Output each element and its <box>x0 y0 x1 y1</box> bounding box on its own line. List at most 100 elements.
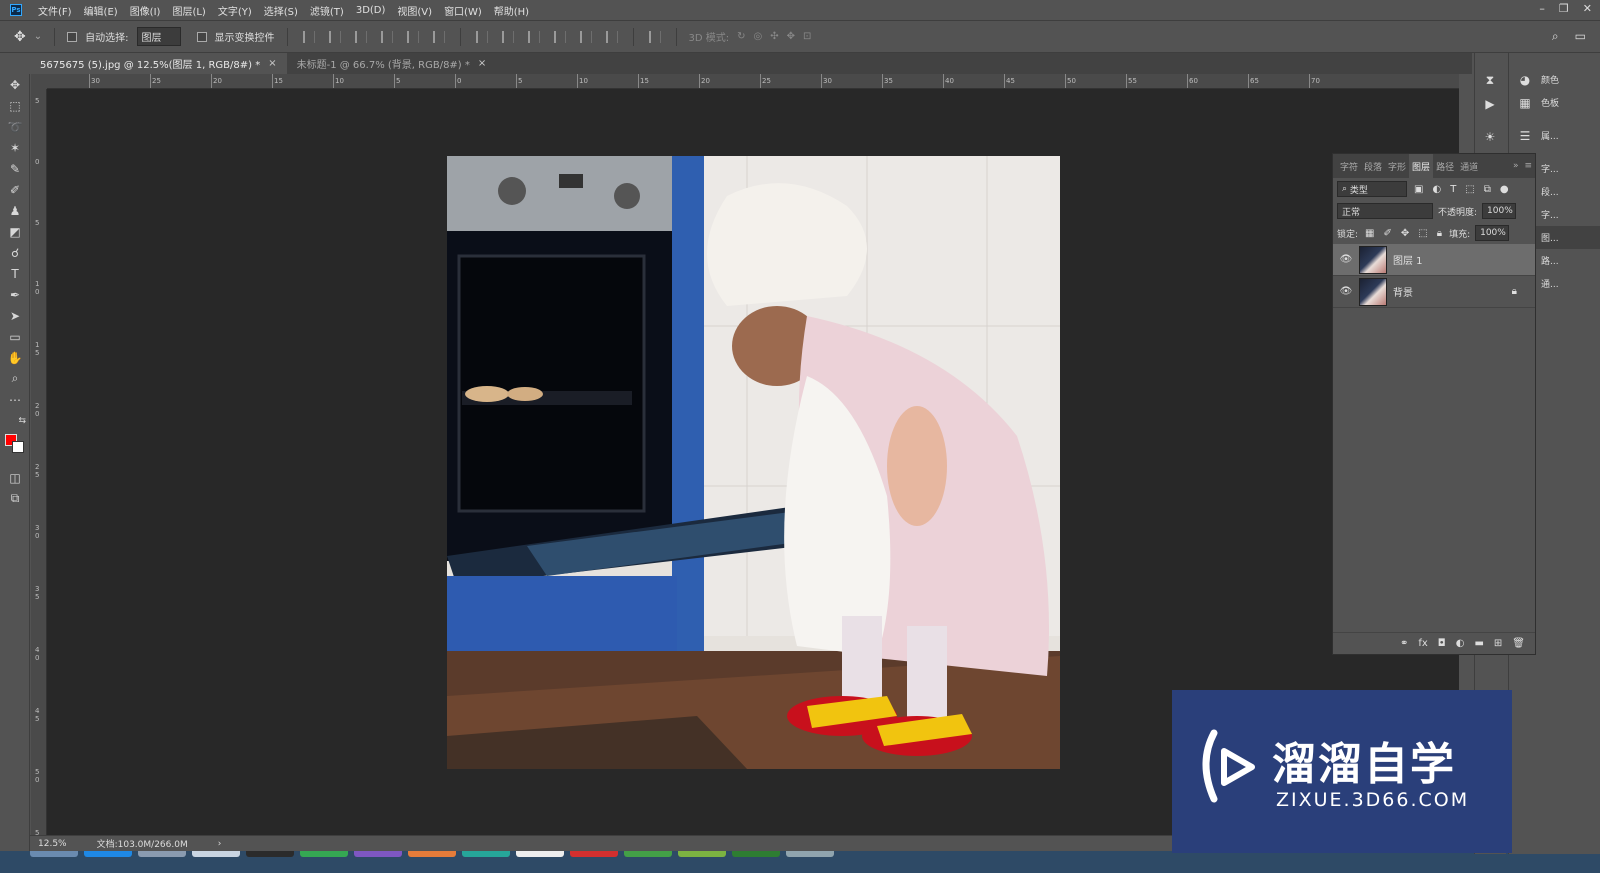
path-selection-tool-icon[interactable]: ➤ <box>0 305 30 326</box>
eye-icon[interactable]: 👁︎ <box>1339 286 1353 297</box>
workspace-icon[interactable]: ▭ <box>1575 29 1586 44</box>
taskbar-button[interactable] <box>408 851 456 857</box>
layer-row[interactable]: 👁︎ 图层 1 <box>1333 244 1535 276</box>
taskbar-button[interactable] <box>30 851 78 857</box>
taskbar-button[interactable] <box>300 851 348 857</box>
distribute-right-icon[interactable] <box>605 30 618 43</box>
taskbar-button[interactable] <box>462 851 510 857</box>
eye-icon[interactable]: 👁︎ <box>1339 254 1353 265</box>
panel-expand-icon[interactable]: » <box>1510 154 1522 178</box>
taskbar-button[interactable] <box>570 851 618 857</box>
close-icon[interactable]: ✕ <box>1583 2 1592 15</box>
distribute-hcenter-icon[interactable] <box>579 30 592 43</box>
fx-icon[interactable]: fx <box>1418 638 1427 649</box>
dock-item-swatches[interactable]: ▦ 色板 <box>1509 91 1600 114</box>
filter-type-icon[interactable]: T <box>1450 184 1456 195</box>
swap-colors-icon[interactable]: ⇆ <box>0 410 30 431</box>
lock-position-icon[interactable]: ✥ <box>1401 228 1409 239</box>
tab-paragraph[interactable]: 段落 <box>1361 154 1385 178</box>
menu-view[interactable]: 视图(V) <box>391 3 438 18</box>
menu-window[interactable]: 窗口(W) <box>438 3 488 18</box>
dodge-tool-icon[interactable]: ☌ <box>0 242 30 263</box>
new-layer-icon[interactable]: ⊞ <box>1494 638 1502 649</box>
menu-edit[interactable]: 编辑(E) <box>78 3 124 18</box>
pen-tool-icon[interactable]: ✒ <box>0 284 30 305</box>
menu-help[interactable]: 帮助(H) <box>488 3 535 18</box>
distribute-bottom-icon[interactable] <box>527 30 540 43</box>
hand-tool-icon[interactable]: ✋ <box>0 347 30 368</box>
eyedropper-tool-icon[interactable]: ✎ <box>0 158 30 179</box>
zoom-tool-icon[interactable]: ⌕ <box>0 368 30 389</box>
background-color-swatch[interactable] <box>12 441 24 453</box>
tool-preset-chevron-icon[interactable]: ⌄ <box>34 31 42 42</box>
3d-roll-icon[interactable]: ◎ <box>754 31 763 42</box>
3d-scale-icon[interactable]: ⊡ <box>803 31 811 42</box>
tab-glyphs[interactable]: 字形 <box>1385 154 1409 178</box>
filter-adjustment-icon[interactable]: ◐ <box>1432 184 1441 195</box>
dock-item-properties[interactable]: ☰ 属... <box>1509 124 1600 147</box>
screen-mode-icon[interactable]: ⧉ <box>0 488 30 509</box>
restore-icon[interactable]: ❐ <box>1559 2 1569 15</box>
align-hcenter-icon[interactable] <box>406 30 419 43</box>
menu-3d[interactable]: 3D(D) <box>350 5 392 16</box>
filter-toggle-icon[interactable]: ● <box>1500 184 1509 195</box>
stamp-tool-icon[interactable]: ♟ <box>0 200 30 221</box>
tab-paths[interactable]: 路径 <box>1433 154 1457 178</box>
search-icon[interactable]: ⌕ <box>1552 29 1559 44</box>
distribute-vcenter-icon[interactable] <box>501 30 514 43</box>
tab-channels[interactable]: 通道 <box>1457 154 1481 178</box>
filter-smart-object-icon[interactable]: ⧉ <box>1484 184 1491 195</box>
taskbar-button[interactable] <box>192 851 240 857</box>
zoom-level[interactable]: 12.5% <box>38 839 67 849</box>
tab-layers[interactable]: 图层 <box>1409 154 1434 178</box>
adjustments-icon[interactable]: ☀ <box>1475 125 1505 148</box>
tab-document-2[interactable]: 未标题-1 @ 66.7% (背景, RGB/8#) * × <box>287 53 497 74</box>
3d-slide-icon[interactable]: ✥ <box>787 31 795 42</box>
fill-input[interactable]: 100% <box>1475 225 1510 241</box>
brush-tool-icon[interactable]: ✐ <box>0 179 30 200</box>
lock-artboard-icon[interactable]: ⬚ <box>1418 228 1427 239</box>
filter-shape-icon[interactable]: ⬚ <box>1465 184 1474 195</box>
filter-kind-dropdown[interactable]: ⌕ 类型 <box>1337 181 1407 197</box>
distribute-left-icon[interactable] <box>553 30 566 43</box>
close-tab-icon[interactable]: × <box>268 58 276 69</box>
magic-wand-tool-icon[interactable]: ✶ <box>0 137 30 158</box>
auto-select-dropdown[interactable]: 图层 <box>136 27 181 46</box>
move-tool-icon[interactable]: ✥ <box>0 74 30 95</box>
history-icon[interactable]: ⧗ <box>1475 69 1505 92</box>
layer-row[interactable]: 👁︎ 背景 🔒︎ <box>1333 276 1535 308</box>
taskbar-button[interactable] <box>138 851 186 857</box>
align-bottom-icon[interactable] <box>354 30 367 43</box>
align-vcenter-icon[interactable] <box>328 30 341 43</box>
menu-layer[interactable]: 图层(L) <box>166 3 211 18</box>
taskbar-button[interactable] <box>732 851 780 857</box>
align-top-icon[interactable] <box>302 30 315 43</box>
marquee-tool-icon[interactable]: ⬚ <box>0 95 30 116</box>
distribute-top-icon[interactable] <box>475 30 488 43</box>
taskbar-button[interactable] <box>678 851 726 857</box>
opacity-input[interactable]: 100% <box>1482 203 1517 219</box>
add-mask-icon[interactable]: ◘ <box>1438 638 1446 649</box>
eraser-tool-icon[interactable]: ◩ <box>0 221 30 242</box>
menu-type[interactable]: 文字(Y) <box>212 3 258 18</box>
lock-image-icon[interactable]: ✐ <box>1384 228 1392 239</box>
adjustment-layer-icon[interactable]: ◐ <box>1456 638 1465 649</box>
auto-select-checkbox[interactable] <box>67 31 78 42</box>
align-left-icon[interactable] <box>380 30 393 43</box>
3d-rotate-icon[interactable]: ↻ <box>737 31 745 42</box>
link-layers-icon[interactable]: ⚭ <box>1400 638 1408 649</box>
taskbar-button[interactable] <box>246 851 294 857</box>
taskbar-button[interactable] <box>516 851 564 857</box>
status-chevron-icon[interactable]: › <box>218 839 222 849</box>
taskbar-button[interactable] <box>354 851 402 857</box>
delete-layer-icon[interactable]: 🗑︎ <box>1512 638 1525 649</box>
close-tab-icon[interactable]: × <box>478 58 486 69</box>
lock-transparent-icon[interactable]: ▦ <box>1365 228 1374 239</box>
taskbar-button[interactable] <box>624 851 672 857</box>
lock-all-icon[interactable]: 🔒︎ <box>1437 228 1442 239</box>
auto-align-icon[interactable] <box>648 30 661 43</box>
minimize-icon[interactable]: – <box>1539 2 1545 15</box>
document-image[interactable] <box>447 156 1060 769</box>
menu-file[interactable]: 文件(F) <box>32 3 78 18</box>
taskbar-button[interactable] <box>786 851 834 857</box>
